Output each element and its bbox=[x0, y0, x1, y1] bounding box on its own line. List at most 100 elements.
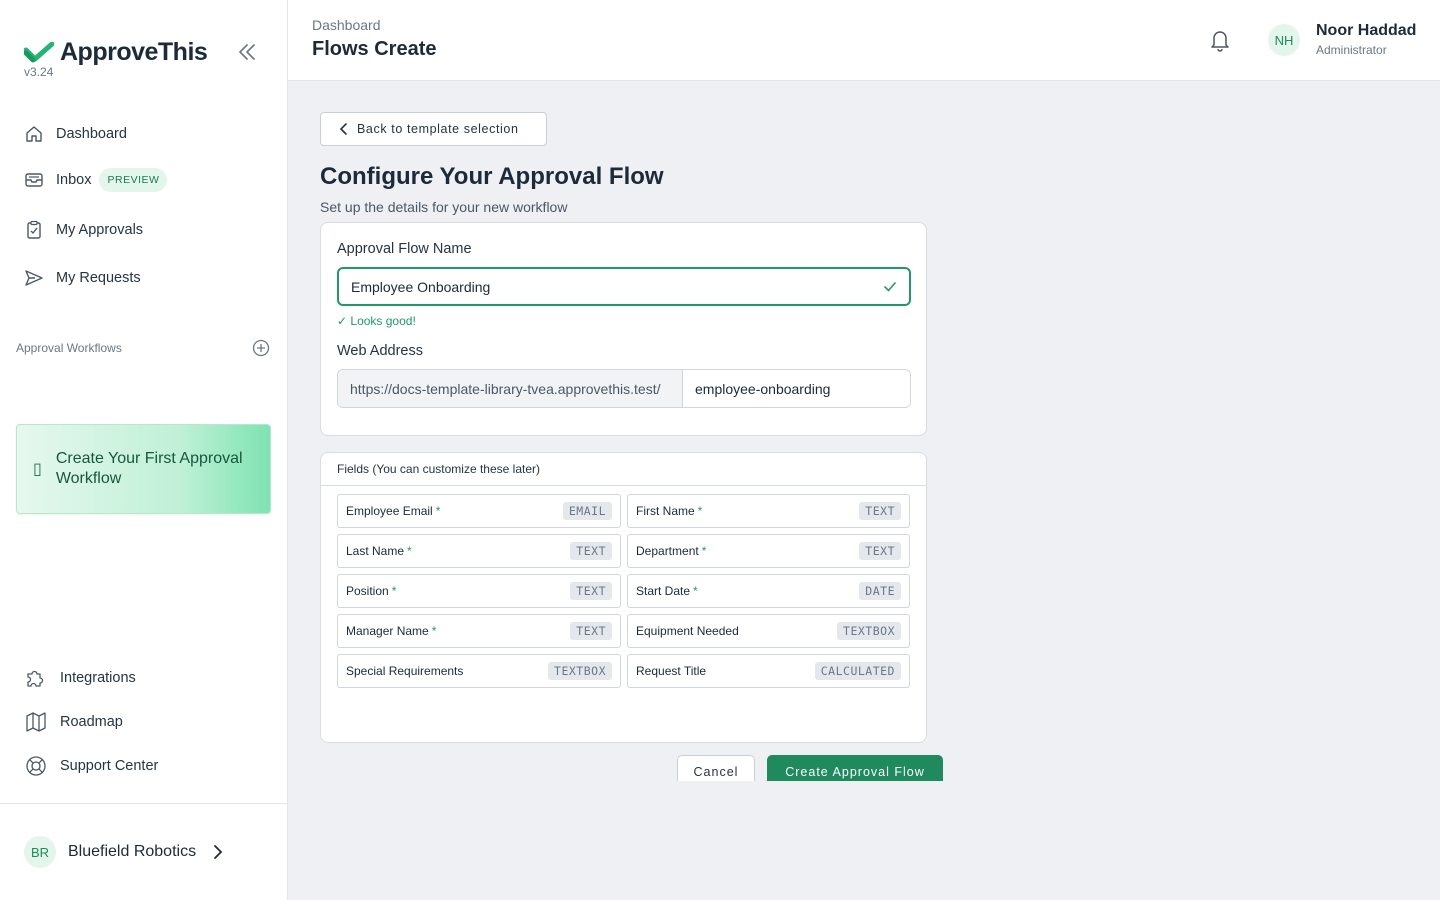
page-title: Flows Create bbox=[312, 38, 437, 60]
puzzle-icon bbox=[27, 670, 44, 687]
field-chip: Last Name * TEXT bbox=[337, 534, 621, 568]
check-icon bbox=[884, 281, 896, 292]
breadcrumb[interactable]: Dashboard bbox=[312, 17, 381, 33]
send-icon bbox=[25, 270, 43, 286]
required-marker: * bbox=[431, 624, 437, 638]
bell-icon[interactable] bbox=[1209, 28, 1231, 52]
flow-name-value: Employee Onboarding bbox=[351, 278, 491, 295]
field-chip: Manager Name * TEXT bbox=[337, 614, 621, 648]
org-name: Bluefield Robotics bbox=[68, 843, 197, 860]
sidebar-item-label: Roadmap bbox=[60, 714, 123, 730]
field-type-badge: TEXTBOX bbox=[548, 662, 612, 680]
app-version: v3.24 bbox=[24, 65, 54, 79]
create-first-workflow-label: Create Your First Approval Workflow bbox=[55, 450, 243, 487]
config-title: Configure Your Approval Flow bbox=[320, 163, 664, 190]
field-name-wrap: Start Date * bbox=[636, 584, 698, 598]
sidebar-item-dashboard[interactable]: Dashboard bbox=[24, 124, 127, 144]
field-name: Department bbox=[636, 544, 699, 558]
field-name: Special Requirements bbox=[346, 664, 464, 678]
flow-name-label: Approval Flow Name bbox=[337, 241, 472, 257]
field-chip: Department * TEXT bbox=[627, 534, 910, 568]
plus-icon: ▯ bbox=[33, 461, 42, 478]
collapse-sidebar-icon[interactable] bbox=[236, 41, 258, 63]
back-to-templates-button[interactable]: Back to template selection bbox=[320, 112, 547, 146]
url-prefix: https://docs-template-library-tvea.appro… bbox=[338, 370, 683, 407]
validation-message: ✓ Looks good! bbox=[337, 314, 416, 328]
sidebar-item-inbox[interactable]: Inbox PREVIEW bbox=[24, 168, 168, 192]
field-type-badge: TEXT bbox=[859, 542, 901, 560]
field-name: Manager Name bbox=[346, 624, 429, 638]
web-address-group: https://docs-template-library-tvea.appro… bbox=[337, 369, 911, 408]
sidebar-item-label: Inbox bbox=[56, 172, 92, 188]
sidebar-item-my-requests[interactable]: My Requests bbox=[24, 268, 141, 288]
field-type-badge: EMAIL bbox=[562, 502, 612, 520]
back-button-label: Back to template selection bbox=[357, 122, 519, 136]
field-name-wrap: Special Requirements bbox=[346, 664, 463, 678]
lifebuoy-icon bbox=[26, 756, 46, 776]
field-type-badge: CALCULATED bbox=[814, 662, 901, 680]
organization-switcher[interactable]: BR Bluefield Robotics bbox=[24, 836, 224, 868]
workflows-section-label: Approval Workflows bbox=[16, 341, 122, 355]
sidebar-item-integrations[interactable]: Integrations bbox=[24, 666, 136, 690]
divider bbox=[0, 803, 288, 804]
flow-name-input[interactable]: Employee Onboarding bbox=[337, 267, 911, 306]
org-avatar: BR bbox=[24, 836, 56, 868]
brand[interactable]: ApproveThis bbox=[24, 38, 208, 67]
config-subtitle: Set up the details for your new workflow bbox=[320, 199, 568, 215]
sidebar-item-my-approvals[interactable]: My Approvals bbox=[24, 220, 143, 240]
map-icon bbox=[26, 712, 46, 732]
required-marker: * bbox=[697, 504, 703, 518]
field-chip: Equipment Needed TEXTBOX bbox=[627, 614, 910, 648]
sidebar-item-support-center[interactable]: Support Center bbox=[24, 754, 158, 778]
field-chip: First Name * TEXT bbox=[627, 494, 910, 528]
field-type-badge: TEXTBOX bbox=[837, 622, 901, 640]
field-name-wrap: First Name * bbox=[636, 504, 702, 518]
field-name: First Name bbox=[636, 504, 695, 518]
field-name: Position bbox=[346, 584, 389, 598]
sidebar-item-label: My Approvals bbox=[56, 222, 144, 238]
fields-heading: Fields (You can customize these later) bbox=[321, 453, 926, 486]
flow-details-card: Approval Flow Name Employee Onboarding ✓… bbox=[320, 222, 927, 436]
field-name: Request Title bbox=[636, 664, 707, 678]
top-header: Dashboard Flows Create NH Noor Haddad Ad… bbox=[288, 0, 1440, 81]
required-marker: * bbox=[407, 544, 412, 558]
chevron-right-icon bbox=[214, 845, 223, 859]
required-marker: * bbox=[693, 584, 698, 598]
field-name: Start Date bbox=[636, 584, 691, 598]
field-chip: Start Date * DATE bbox=[627, 574, 910, 608]
user-role: Administrator bbox=[1316, 43, 1387, 57]
create-approval-flow-button[interactable]: Create Approval Flow bbox=[767, 755, 943, 781]
sidebar: ApproveThis v3.24 Dashboard Inbox PREVIE… bbox=[0, 0, 288, 900]
field-type-badge: TEXT bbox=[570, 622, 612, 640]
brand-name: ApproveThis bbox=[60, 38, 208, 66]
field-chip: Position * TEXT bbox=[337, 574, 621, 608]
field-type-badge: TEXT bbox=[570, 582, 612, 600]
preview-badge: PREVIEW bbox=[99, 168, 168, 192]
field-name-wrap: Request Title bbox=[636, 664, 706, 678]
field-name: Employee Email bbox=[346, 504, 433, 518]
field-chip: Request Title CALCULATED bbox=[627, 654, 910, 688]
field-name: Last Name bbox=[346, 544, 405, 558]
chevron-left-icon bbox=[339, 123, 347, 135]
sidebar-item-label: My Requests bbox=[56, 270, 141, 286]
sidebar-item-label: Support Center bbox=[60, 758, 159, 774]
field-name-wrap: Position * bbox=[346, 584, 396, 598]
inbox-icon bbox=[25, 173, 43, 187]
required-marker: * bbox=[391, 584, 397, 598]
fields-card: Fields (You can customize these later) E… bbox=[320, 452, 927, 743]
field-type-badge: TEXT bbox=[570, 542, 612, 560]
field-name-wrap: Last Name * bbox=[346, 544, 412, 558]
clipboard-check-icon bbox=[27, 220, 41, 239]
cancel-button[interactable]: Cancel bbox=[677, 755, 755, 781]
field-type-badge: TEXT bbox=[859, 502, 901, 520]
create-first-workflow-button[interactable]: ▯ Create Your First Approval Workflow bbox=[16, 424, 271, 514]
add-workflow-icon[interactable] bbox=[252, 339, 270, 357]
sidebar-item-roadmap[interactable]: Roadmap bbox=[24, 710, 123, 734]
home-icon bbox=[26, 126, 42, 142]
sidebar-item-label: Integrations bbox=[60, 670, 136, 686]
url-slug-input[interactable]: employee-onboarding bbox=[683, 370, 910, 407]
user-avatar[interactable]: NH bbox=[1268, 24, 1300, 56]
field-name-wrap: Department * bbox=[636, 544, 706, 558]
required-marker: * bbox=[701, 544, 707, 558]
field-name: Equipment Needed bbox=[636, 624, 739, 638]
